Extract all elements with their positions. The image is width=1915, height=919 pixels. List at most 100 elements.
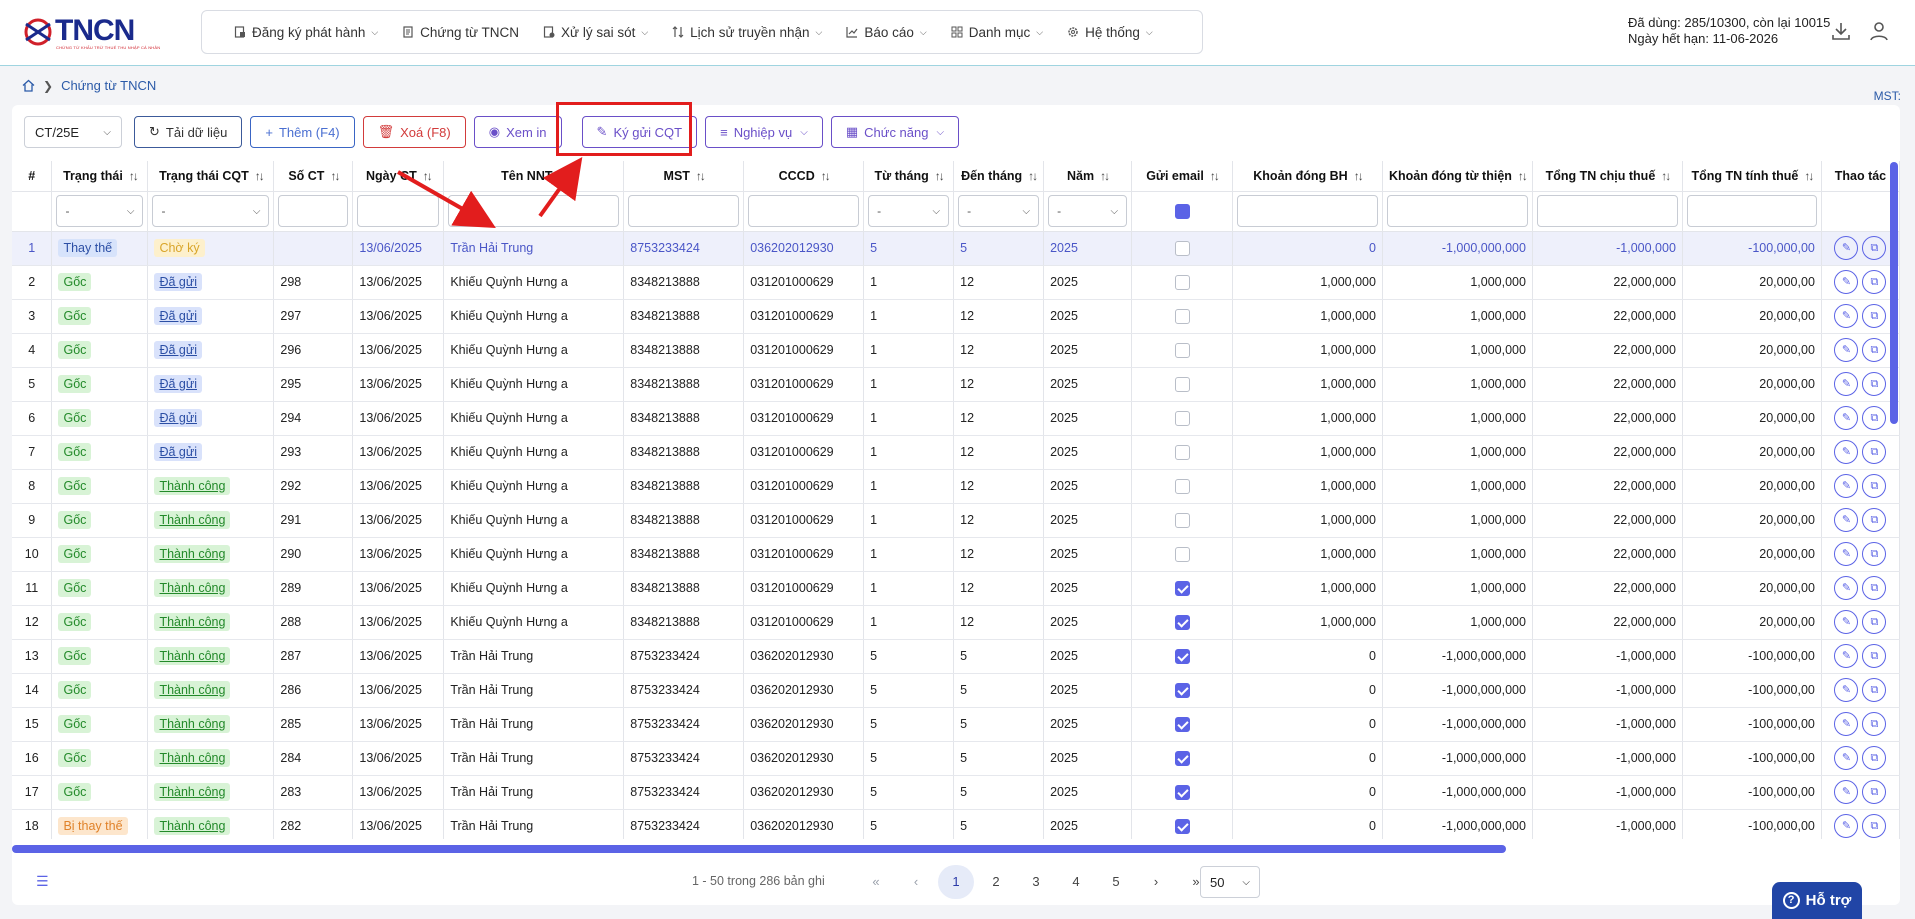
copy-icon[interactable]: ⧉ (1862, 406, 1887, 430)
copy-icon[interactable]: ⧉ (1862, 712, 1887, 736)
table-row[interactable]: 14 Gốc Thành công 286 13/06/2025 Trần Hải Tru… (12, 673, 1900, 708)
operations-button[interactable]: ≡ Nghiệp vụ ⌵ (705, 116, 823, 148)
copy-icon[interactable]: ⧉ (1862, 746, 1887, 770)
edit-icon[interactable]: ✎ (1834, 712, 1859, 736)
cqt-status-badge[interactable]: Thành công (154, 613, 231, 631)
column-header[interactable]: Tên NNT ↑↓ (443, 161, 625, 192)
copy-icon[interactable]: ⧉ (1862, 270, 1887, 294)
template-select[interactable]: CT/25E ⌵ (24, 116, 122, 148)
email-checkbox[interactable] (1174, 784, 1190, 800)
filter-select[interactable]: - ⌵ (152, 195, 270, 227)
page-button[interactable]: 2 (978, 865, 1014, 899)
copy-icon[interactable]: ⧉ (1862, 338, 1887, 362)
user-icon[interactable] (1868, 20, 1890, 42)
sort-icon[interactable]: ↑↓ (1354, 169, 1364, 183)
cqt-status-badge[interactable]: Thành công (154, 817, 231, 835)
table-row[interactable]: 18 Bị thay thế Thành công 282 13/06/2025 Trần… (12, 809, 1900, 839)
filter-input[interactable] (1386, 195, 1528, 227)
copy-icon[interactable]: ⧉ (1862, 236, 1887, 260)
column-header[interactable]: Thao tác (1821, 161, 1900, 192)
copy-icon[interactable]: ⧉ (1862, 372, 1887, 396)
column-header[interactable]: Tổng TN chịu thuế ↑↓ (1532, 161, 1683, 192)
column-header[interactable]: # (12, 161, 53, 192)
cqt-status-badge[interactable]: Thành công (154, 783, 231, 801)
email-checkbox[interactable] (1174, 444, 1190, 460)
cqt-status-badge[interactable]: Thành công (154, 511, 231, 529)
edit-icon[interactable]: ✎ (1834, 304, 1859, 328)
copy-icon[interactable]: ⧉ (1862, 474, 1887, 498)
copy-icon[interactable]: ⧉ (1862, 440, 1887, 464)
delete-button[interactable]: 🗑 Xoá (F8) (362, 116, 466, 148)
table-row[interactable]: 16 Gốc Thành công 284 13/06/2025 Trần Hải Tru… (12, 741, 1900, 776)
nav-xu-ly-sai-sot[interactable]: Xử lý sai sót ⌵ (531, 17, 660, 47)
copy-icon[interactable]: ⧉ (1862, 542, 1887, 566)
email-checkbox[interactable] (1174, 818, 1190, 834)
next-page-button[interactable]: › (1138, 865, 1174, 899)
table-row[interactable]: 12 Gốc Thành công 288 13/06/2025 Khiếu Quỳnh … (12, 605, 1900, 640)
cqt-status-badge[interactable]: Thành công (154, 647, 231, 665)
email-checkbox[interactable] (1174, 546, 1190, 562)
copy-icon[interactable]: ⧉ (1862, 610, 1887, 634)
preview-button[interactable]: ◉ Xem in (473, 116, 562, 148)
filter-input[interactable] (278, 195, 349, 227)
filter-select[interactable]: - ⌵ (1048, 195, 1128, 227)
page-size-select[interactable]: 50 ⌵ (1200, 866, 1260, 898)
email-checkbox[interactable] (1174, 478, 1190, 494)
table-row[interactable]: 6 Gốc Đã gửi 294 13/06/2025 Khiếu Quỳnh Hưng … (12, 401, 1900, 436)
column-header[interactable]: Số CT ↑↓ (273, 161, 354, 192)
sort-icon[interactable]: ↑↓ (696, 169, 706, 183)
column-header[interactable]: Năm ↑↓ (1043, 161, 1133, 192)
edit-icon[interactable]: ✎ (1834, 474, 1859, 498)
filter-select[interactable]: - ⌵ (958, 195, 1040, 227)
email-checkbox[interactable] (1174, 580, 1190, 596)
email-checkbox[interactable] (1174, 240, 1190, 256)
email-checkbox[interactable] (1174, 410, 1190, 426)
column-header[interactable]: Từ tháng ↑↓ (863, 161, 955, 192)
nav-he-thong[interactable]: Hệ thống ⌵ (1055, 17, 1165, 47)
cqt-status-badge[interactable]: Thành công (154, 477, 231, 495)
copy-icon[interactable]: ⧉ (1862, 644, 1887, 668)
sort-icon[interactable]: ↑↓ (423, 169, 433, 183)
edit-icon[interactable]: ✎ (1834, 644, 1859, 668)
cqt-status-badge[interactable]: Thành công (154, 545, 231, 563)
copy-icon[interactable]: ⧉ (1862, 678, 1887, 702)
cqt-status-badge[interactable]: Đã gửi (154, 307, 202, 325)
nav-dang-ky-phat-hanh[interactable]: Đăng ký phát hành ⌵ (222, 17, 390, 47)
copy-icon[interactable]: ⧉ (1862, 576, 1887, 600)
table-row[interactable]: 10 Gốc Thành công 290 13/06/2025 Khiếu Quỳnh … (12, 537, 1900, 572)
email-checkbox[interactable] (1174, 512, 1190, 528)
email-checkbox[interactable] (1174, 716, 1190, 732)
filter-select[interactable]: - ⌵ (868, 195, 950, 227)
cqt-status-badge[interactable]: Thành công (154, 749, 231, 767)
edit-icon[interactable]: ✎ (1834, 372, 1859, 396)
table-row[interactable]: 17 Gốc Thành công 283 13/06/2025 Trần Hải Tru… (12, 775, 1900, 810)
filter-input[interactable] (628, 195, 740, 227)
column-header[interactable]: Tổng TN tính thuế ↑↓ (1682, 161, 1822, 192)
page-button[interactable]: 4 (1058, 865, 1094, 899)
email-checkbox[interactable] (1174, 682, 1190, 698)
column-header[interactable]: Ngày CT ↑↓ (352, 161, 445, 192)
filter-input[interactable] (1536, 195, 1678, 227)
sort-icon[interactable]: ↑↓ (255, 169, 265, 183)
copy-icon[interactable]: ⧉ (1862, 814, 1887, 838)
horizontal-scrollbar[interactable] (12, 845, 1506, 853)
edit-icon[interactable]: ✎ (1834, 440, 1859, 464)
edit-icon[interactable]: ✎ (1834, 508, 1859, 532)
add-button[interactable]: + Thêm (F4) (250, 116, 355, 148)
nav-lich-su-truyen-nhan[interactable]: Lịch sử truyền nhận ⌵ (660, 17, 834, 47)
edit-icon[interactable]: ✎ (1834, 780, 1859, 804)
download-icon[interactable] (1830, 20, 1852, 42)
nav-danh-muc[interactable]: Danh mục ⌵ (939, 17, 1055, 47)
nav-bao-cao[interactable]: Báo cáo ⌵ (834, 17, 938, 47)
email-checkbox[interactable] (1174, 342, 1190, 358)
column-header[interactable]: Đến tháng ↑↓ (953, 161, 1045, 192)
copy-icon[interactable]: ⧉ (1862, 780, 1887, 804)
table-row[interactable]: 2 Gốc Đã gửi 298 13/06/2025 Khiếu Quỳnh Hưng … (12, 265, 1900, 300)
column-header[interactable]: Gửi email ↑↓ (1131, 161, 1234, 192)
email-checkbox[interactable] (1174, 648, 1190, 664)
column-header[interactable]: Khoản đóng BH ↑↓ (1232, 161, 1383, 192)
sort-icon[interactable]: ↑↓ (330, 169, 340, 183)
edit-icon[interactable]: ✎ (1834, 678, 1859, 702)
breadcrumb-current[interactable]: Chứng từ TNCN (61, 78, 156, 93)
page-button[interactable]: 1 (938, 865, 974, 899)
